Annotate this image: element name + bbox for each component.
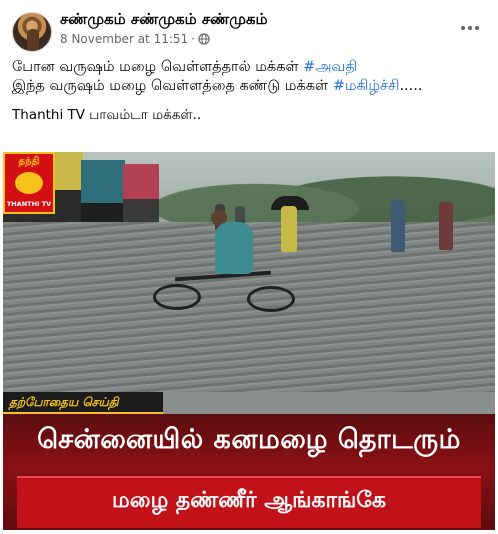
post-line-1-text: போன வருஷம் மழை வெள்ளத்தால் மக்கள் — [12, 59, 304, 75]
flood-scene: தந்தி THANTHI TV — [3, 152, 495, 392]
logo-eye-icon — [15, 172, 43, 194]
more-dot — [475, 26, 479, 30]
more-options-button[interactable] — [458, 18, 482, 38]
timestamp[interactable]: 8 November at 11:51 — [60, 32, 188, 46]
news-band: சென்னையில் கனமழை தொடரும் மழை தண்ணீர் ஆங்… — [3, 414, 495, 530]
person — [391, 200, 405, 252]
post-line-2-text: இந்த வருஷம் மழை வெள்ளத்தை கண்டு மக்கள் — [12, 78, 333, 94]
bicycle-wheel — [247, 286, 295, 312]
meta-separator: · — [191, 32, 195, 46]
avatar[interactable] — [12, 12, 52, 52]
post-paragraph-2: Thanthi TV பாவம்டா மக்கள்.. — [12, 107, 202, 123]
post-photo[interactable]: தந்தி THANTHI TV தற்போதைய செய்தி சென்னைய… — [3, 152, 495, 530]
person — [281, 206, 297, 252]
news-subline: மழை தண்ணீர் ஆங்காங்கே — [112, 488, 386, 513]
bicycle-wheel — [153, 284, 201, 310]
post-text: போன வருஷம் மழை வெள்ளத்தால் மக்கள் #அவதி … — [12, 58, 490, 125]
post-line-2-suffix: ..... — [399, 78, 423, 94]
avatar-figure — [27, 29, 39, 51]
person — [439, 202, 453, 250]
post-line-1: போன வருஷம் மழை வெள்ளத்தால் மக்கள் #அவதி — [12, 58, 490, 77]
news-subline-box: மழை தண்ணீர் ஆங்காங்கே — [17, 476, 481, 528]
logo-top-text: தந்தி — [18, 156, 40, 167]
hashtag-link-1[interactable]: #அவதி — [303, 59, 357, 75]
post-meta: 8 November at 11:51 · — [60, 32, 210, 46]
more-horizontal-icon — [461, 26, 465, 30]
cyclist — [215, 222, 253, 274]
thanthi-tv-logo: தந்தி THANTHI TV — [3, 152, 55, 214]
post-line-2: இந்த வருஷம் மழை வெள்ளத்தை கண்டு மக்கள் #… — [12, 77, 490, 96]
more-dot — [468, 26, 472, 30]
news-tag: தற்போதைய செய்தி — [3, 392, 163, 414]
post-header: சண்முகம் சண்முகம் சண்முகம் 8 November at… — [0, 0, 498, 56]
news-headline: சென்னையில் கனமழை தொடரும் — [37, 424, 461, 455]
logo-bottom-text: THANTHI TV — [6, 200, 52, 208]
globe-icon — [198, 33, 210, 45]
author-name[interactable]: சண்முகம் சண்முகம் சண்முகம் — [60, 10, 268, 30]
news-tag-label: தற்போதைய செய்தி — [9, 395, 119, 409]
hashtag-link-2[interactable]: #மகிழ்ச்சி — [333, 78, 400, 94]
